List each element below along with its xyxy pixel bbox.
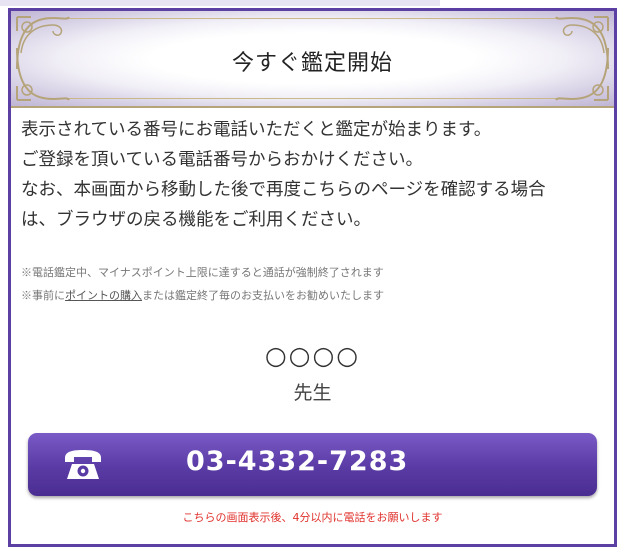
intro-line: は、ブラウザの戻る機能をご利用ください。 bbox=[21, 210, 371, 230]
point-purchase-link[interactable]: ポイントの購入 bbox=[65, 289, 142, 302]
top-bar bbox=[0, 0, 625, 6]
intro-line: なお、本画面から移動した後で再度こちらのページを確認する場合 bbox=[21, 180, 546, 200]
call-panel: 今すぐ鑑定開始 表示されている番号にお電話いただくと鑑定が始まります。 ご登録を… bbox=[8, 8, 617, 547]
panel-header: 今すぐ鑑定開始 bbox=[11, 11, 614, 108]
note-line: ※事前にポイントの購入または鑑定終了毎のお支払いをお勧めいたします bbox=[21, 284, 611, 307]
note-suffix: または鑑定終了毎のお支払いをお勧めいたします bbox=[142, 289, 384, 302]
intro-text: 表示されている番号にお電話いただくと鑑定が始まります。 ご登録を頂いている電話番… bbox=[21, 115, 611, 235]
telephone-icon bbox=[65, 450, 101, 479]
panel-title: 今すぐ鑑定開始 bbox=[231, 51, 393, 76]
teacher-title: 先生 bbox=[293, 382, 332, 404]
notes: ※電話鑑定中、マイナスポイント上限に達すると通話が強制終了されます ※事前にポイ… bbox=[21, 261, 611, 307]
header-ornament-line bbox=[66, 18, 559, 19]
call-button[interactable]: 03-4332-7283 bbox=[28, 433, 597, 496]
intro-line: 表示されている番号にお電話いただくと鑑定が始まります。 bbox=[21, 120, 492, 140]
time-limit-note: こちらの画面表示後、4分以内に電話をお願いします bbox=[182, 511, 443, 524]
teacher-name: ○○○○ bbox=[264, 341, 361, 370]
phone-number: 03-4332-7283 bbox=[186, 446, 409, 477]
note-line: ※電話鑑定中、マイナスポイント上限に達すると通話が強制終了されます bbox=[21, 266, 384, 279]
header-ornament-line bbox=[66, 98, 559, 99]
intro-line: ご登録を頂いている電話番号からおかけください。 bbox=[21, 150, 423, 170]
note-prefix: ※事前に bbox=[21, 289, 65, 302]
cutoff-region bbox=[0, 0, 440, 6]
